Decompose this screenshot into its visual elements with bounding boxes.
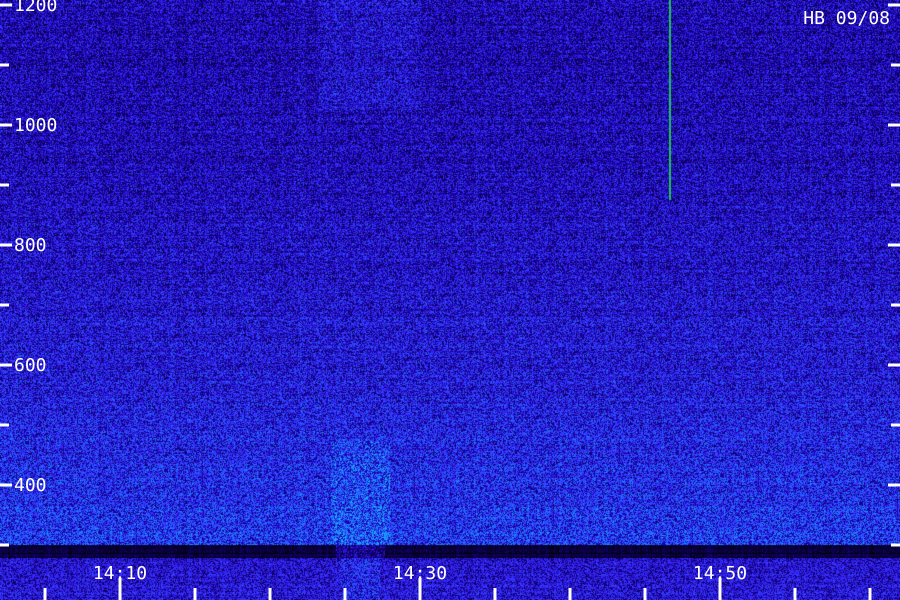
y-tick-label: 1200 xyxy=(14,0,57,16)
x-tick-label: 14:50 xyxy=(693,563,747,584)
y-tick-label: 600 xyxy=(14,355,47,376)
x-axis-ticks: 14:10 14:30 14:50 xyxy=(43,563,872,600)
x-tick-label: 14:30 xyxy=(393,563,447,584)
station-date-label: HB 09/08 xyxy=(803,8,890,29)
y-tick-label: 800 xyxy=(14,235,47,256)
y-tick-label: 400 xyxy=(14,475,47,496)
x-tick-label: 14:10 xyxy=(93,563,147,584)
spectrogram-chart: 1200 1000 800 600 400 14:10 14:30 14:50 HB 09/… xyxy=(0,0,900,600)
y-tick-label: 1000 xyxy=(14,115,57,136)
y-axis-ticks: 1200 1000 800 600 400 xyxy=(0,0,900,547)
axes-overlay: 1200 1000 800 600 400 14:10 14:30 14:50 HB 09/… xyxy=(0,0,900,600)
